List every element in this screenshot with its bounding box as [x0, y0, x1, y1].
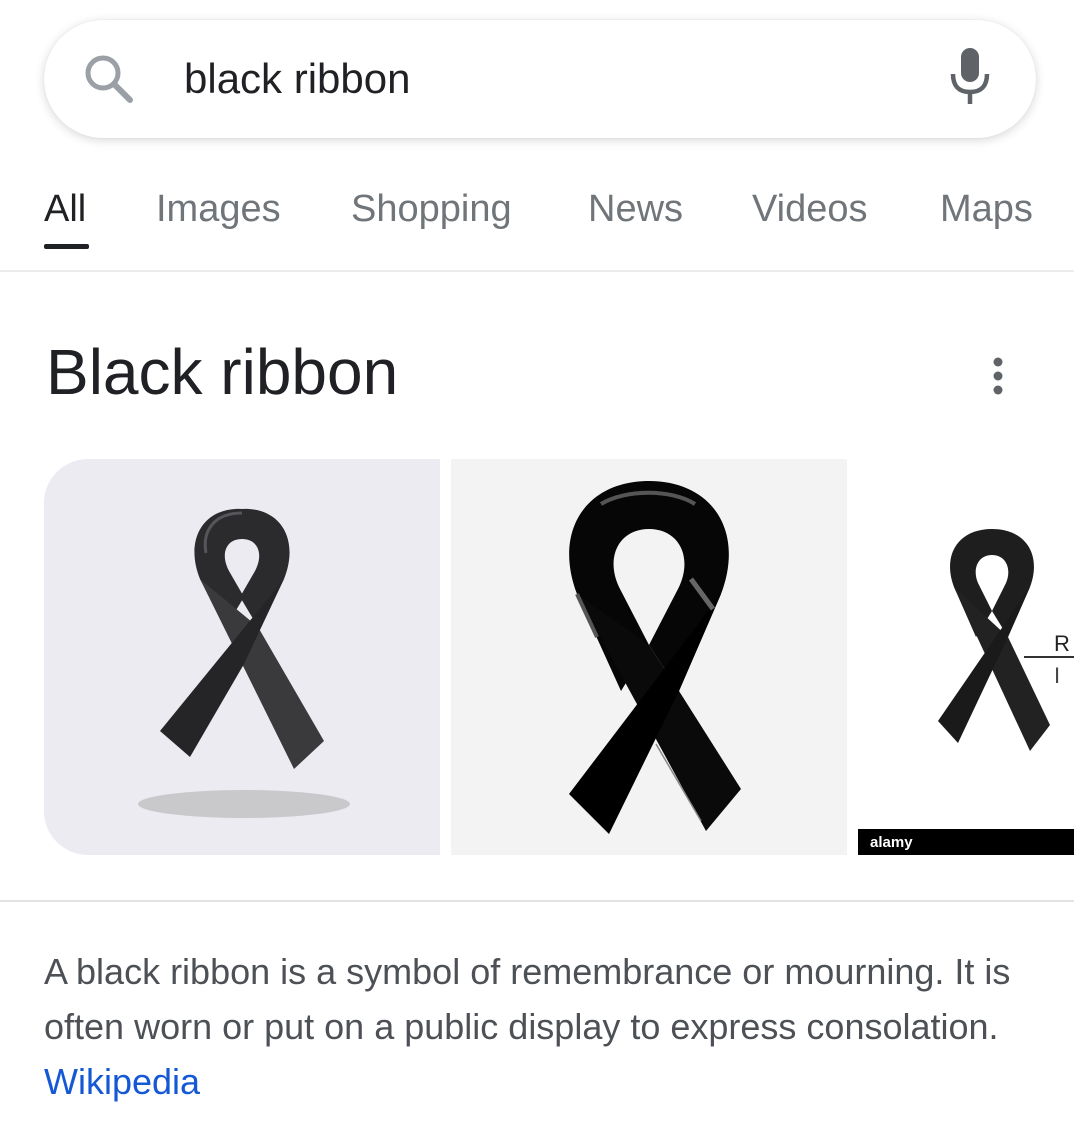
knowledge-panel-description: A black ribbon is a symbol of remembranc… [44, 944, 1044, 1109]
search-icon[interactable] [82, 52, 136, 106]
ribbon-image-3[interactable]: R I alamy [858, 459, 1074, 855]
tab-videos[interactable]: Videos [752, 186, 868, 232]
search-input[interactable]: black ribbon [184, 52, 410, 106]
mic-icon[interactable] [948, 46, 992, 110]
svg-text:I: I [1054, 663, 1060, 688]
knowledge-panel-title: Black ribbon [46, 336, 399, 408]
watermark-text: alamy [870, 834, 913, 851]
tab-shopping[interactable]: Shopping [351, 186, 512, 232]
ribbon-image-2[interactable] [451, 459, 847, 855]
svg-text:R: R [1054, 631, 1070, 656]
section-divider [0, 900, 1074, 902]
tab-images[interactable]: Images [156, 186, 281, 232]
more-vert-icon[interactable] [984, 354, 1012, 398]
description-text: A black ribbon is a symbol of remembranc… [44, 951, 1011, 1047]
tab-maps[interactable]: Maps [940, 186, 1033, 232]
search-tabs: All Images Shopping News Videos Maps [0, 180, 1074, 272]
active-tab-indicator [44, 244, 89, 249]
tab-news[interactable]: News [588, 186, 683, 232]
tab-all[interactable]: All [44, 186, 86, 232]
wikipedia-link[interactable]: Wikipedia [44, 1061, 200, 1102]
tabs-divider [0, 270, 1074, 272]
ribbon-image-1[interactable] [44, 459, 440, 855]
